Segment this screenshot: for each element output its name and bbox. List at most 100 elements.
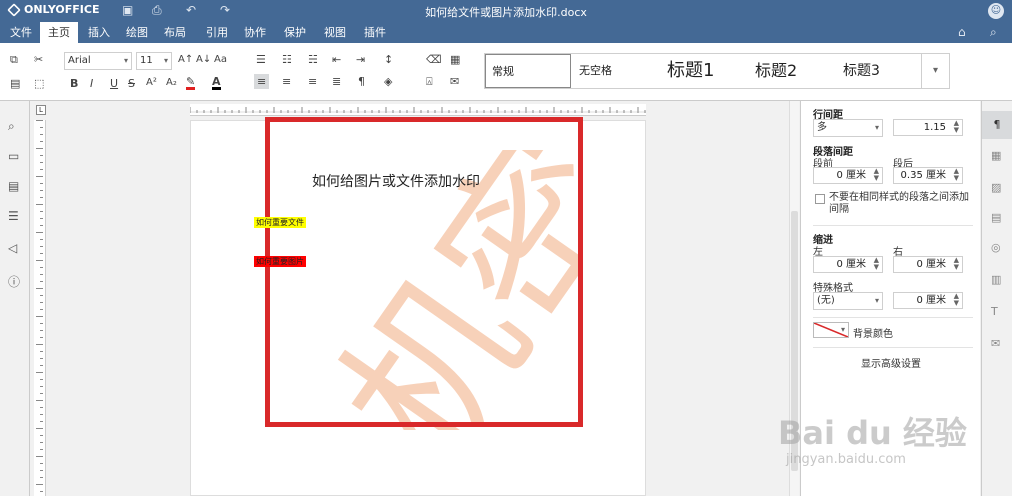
- grow-font-button[interactable]: A↑: [178, 54, 193, 65]
- highlighted-text-yellow[interactable]: 如何重要文件: [254, 217, 306, 228]
- tab-protect[interactable]: 保护: [276, 22, 314, 43]
- align-right-icon[interactable]: ≡: [308, 75, 317, 88]
- decrease-indent-icon[interactable]: ⇤: [332, 53, 341, 66]
- strikethrough-button[interactable]: S: [128, 77, 135, 90]
- background-color-label: 背景颜色: [853, 329, 893, 340]
- copy-icon[interactable]: ⧉: [10, 53, 18, 67]
- ruler-tick: [40, 470, 43, 471]
- chart-settings-icon[interactable]: ▥: [991, 273, 1001, 286]
- tab-references[interactable]: 引用: [198, 22, 236, 43]
- italic-button[interactable]: I: [90, 77, 93, 90]
- menu-bar: 文件 主页 插入 绘图 布局 引用 协作 保护 视图 插件 ⌂ ⌕: [0, 22, 1012, 43]
- indent-left-input[interactable]: 0 厘米 ▲ ▼: [813, 256, 883, 273]
- image-settings-icon[interactable]: ▨: [991, 181, 1001, 194]
- horizontal-ruler[interactable]: [189, 104, 646, 116]
- align-left-icon[interactable]: ≡: [254, 74, 270, 89]
- highlighted-text-red[interactable]: 如何重要图片: [254, 256, 306, 267]
- paragraph-settings-icon[interactable]: ¶: [982, 111, 1012, 139]
- tab-layout[interactable]: 布局: [156, 22, 194, 43]
- show-advanced-settings-link[interactable]: 显示高级设置: [801, 355, 981, 370]
- copy-style-icon[interactable]: ▦: [450, 53, 460, 66]
- ruler-tick: [36, 344, 43, 345]
- line-spacing-mode-select[interactable]: 多 ▾: [813, 119, 883, 137]
- table-settings-icon[interactable]: ▦: [991, 149, 1001, 162]
- bullet-list-icon[interactable]: ☰: [256, 53, 266, 66]
- cut-icon[interactable]: ✂: [34, 53, 43, 66]
- chevron-down-icon[interactable]: ▾: [841, 325, 845, 334]
- special-format-value: (无): [817, 295, 835, 306]
- style-heading-3[interactable]: 标题3: [837, 54, 921, 88]
- special-amount-input[interactable]: 0 厘米 ▲ ▼: [893, 292, 963, 309]
- tab-insert[interactable]: 插入: [80, 22, 118, 43]
- spacing-before-input[interactable]: 0 厘米 ▲ ▼: [813, 167, 883, 184]
- tab-collaborate[interactable]: 协作: [236, 22, 274, 43]
- comments-icon[interactable]: ▭: [8, 149, 19, 163]
- tab-home[interactable]: 主页: [40, 22, 78, 43]
- ruler-tick: [40, 183, 43, 184]
- ruler-tick: [40, 435, 43, 436]
- tab-stop-selector[interactable]: L: [36, 105, 46, 115]
- paragraph-marks-icon[interactable]: ¶: [358, 75, 365, 88]
- tab-file[interactable]: 文件: [2, 22, 40, 43]
- font-color-icon[interactable]: A: [212, 76, 221, 90]
- line-spacing-input[interactable]: 1.15 ▲ ▼: [893, 119, 963, 136]
- ruler-tick: [40, 211, 43, 212]
- format-painter-icon[interactable]: ⍓: [426, 75, 433, 89]
- document-heading[interactable]: 如何给图片或文件添加水印: [312, 171, 480, 191]
- change-case-button[interactable]: Aa: [214, 54, 227, 65]
- no-space-same-style-checkbox[interactable]: [815, 194, 825, 204]
- special-format-select[interactable]: (无) ▾: [813, 292, 883, 310]
- increase-indent-icon[interactable]: ⇥: [356, 53, 365, 66]
- justify-icon[interactable]: ≣: [332, 75, 341, 88]
- ruler-tick: [36, 484, 43, 485]
- indent-right-input[interactable]: 0 厘米 ▲ ▼: [893, 256, 963, 273]
- style-heading-2[interactable]: 标题2: [749, 54, 839, 88]
- tab-draw[interactable]: 绘图: [118, 22, 156, 43]
- baidu-watermark-logo: Bai du 经验: [778, 414, 967, 452]
- styles-more-icon[interactable]: ▾: [921, 54, 949, 88]
- numbered-list-icon[interactable]: ☷: [282, 53, 292, 66]
- line-spacing-icon[interactable]: ↕: [384, 53, 393, 66]
- shrink-font-button[interactable]: A↓: [196, 54, 211, 65]
- clear-format-icon[interactable]: ⌫: [426, 53, 442, 66]
- shape-settings-icon[interactable]: ◎: [991, 241, 1001, 254]
- align-center-icon[interactable]: ≡: [282, 75, 291, 88]
- ruler-tick: [36, 456, 43, 457]
- tab-view[interactable]: 视图: [316, 22, 354, 43]
- mail-merge-icon[interactable]: ✉: [450, 75, 459, 88]
- toolbar: ⧉ ✂ ▤ ⬚ Arial ▾ 11 ▾ A↑ A↓ Aa B I U S A² A…: [0, 43, 1012, 101]
- select-all-icon[interactable]: ⬚: [34, 77, 44, 90]
- chat-icon[interactable]: ▤: [8, 179, 19, 193]
- navigation-icon[interactable]: ☰: [8, 209, 19, 223]
- text-art-icon[interactable]: T: [991, 305, 998, 318]
- bold-button[interactable]: B: [70, 77, 78, 90]
- tab-plugins[interactable]: 插件: [356, 22, 394, 43]
- spacing-after-value: 0.35 厘米: [900, 170, 946, 181]
- superscript-button[interactable]: A²: [146, 77, 157, 88]
- feedback-icon[interactable]: ◁: [8, 241, 17, 255]
- multilevel-list-icon[interactable]: ☵: [308, 53, 318, 66]
- highlight-color-icon[interactable]: ✎: [186, 76, 196, 90]
- ruler-tick: [40, 477, 43, 478]
- header-footer-icon[interactable]: ▤: [991, 211, 1001, 224]
- ruler-tick: [40, 337, 43, 338]
- font-size-select[interactable]: 11 ▾: [136, 52, 172, 70]
- style-no-spacing[interactable]: 无空格: [573, 54, 657, 88]
- style-normal[interactable]: 常规: [485, 54, 571, 88]
- open-location-icon[interactable]: ⌂: [958, 25, 966, 39]
- right-icon-bar: ¶ ▦ ▨ ▤ ◎ ▥ T ✉: [981, 101, 1012, 496]
- underline-button[interactable]: U: [110, 77, 118, 90]
- title-bar: ONLYOFFICE ▣ ⎙ ↶ ↷ 如何给文件或图片添加水印.docx ☺: [0, 0, 1012, 22]
- subscript-button[interactable]: A₂: [166, 77, 177, 88]
- about-icon[interactable]: ⓘ: [8, 273, 20, 290]
- paste-icon[interactable]: ▤: [10, 77, 20, 90]
- spacing-after-input[interactable]: 0.35 厘米 ▲ ▼: [893, 167, 963, 184]
- style-heading-1[interactable]: 标题1: [661, 54, 751, 88]
- find-icon[interactable]: ⌕: [8, 119, 15, 134]
- font-name-select[interactable]: Arial ▾: [64, 52, 132, 70]
- mail-merge-icon[interactable]: ✉: [991, 337, 1000, 350]
- shading-icon[interactable]: ◈: [384, 75, 392, 88]
- vertical-ruler[interactable]: [34, 120, 46, 496]
- user-avatar-icon[interactable]: ☺: [988, 3, 1004, 19]
- search-icon[interactable]: ⌕: [990, 25, 997, 40]
